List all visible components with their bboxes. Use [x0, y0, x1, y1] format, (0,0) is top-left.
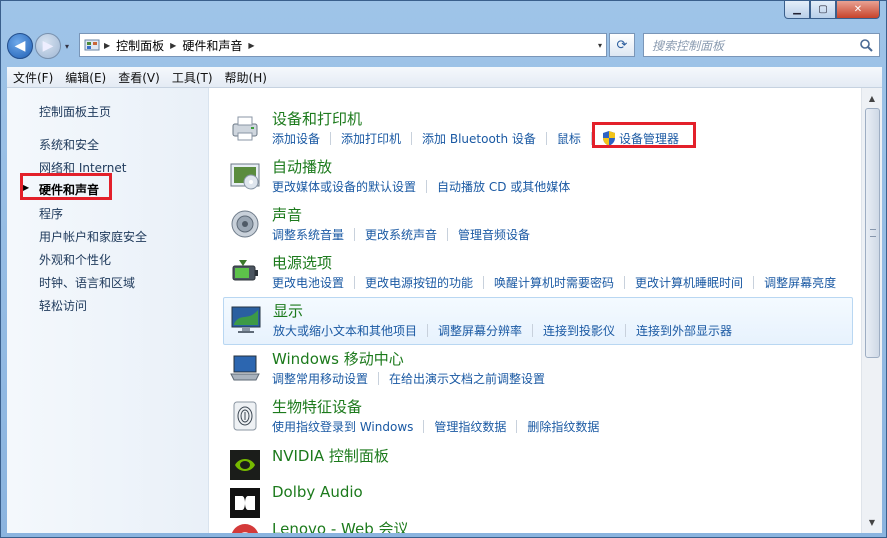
link-add-printer[interactable]: 添加打印机 — [341, 130, 401, 147]
breadcrumb-control-panel[interactable]: 控制面板 — [116, 37, 164, 54]
link-connect-projector[interactable]: 连接到投影仪 — [543, 322, 615, 339]
category-devices-printers: 设备和打印机 添加设备 添加打印机 添加 Bluetooth 设备 鼠标 设备管… — [227, 106, 857, 152]
link-change-battery-settings[interactable]: 更改电池设置 — [272, 274, 344, 291]
vertical-scrollbar[interactable]: ▲ ▼ — [861, 88, 882, 533]
search-placeholder: 搜索控制面板 — [652, 38, 725, 53]
link-zoom-text[interactable]: 放大或缩小文本和其他项目 — [273, 322, 417, 339]
forward-button[interactable]: ▶ — [35, 33, 61, 59]
category-autoplay: 自动播放 更改媒体或设备的默认设置 自动播放 CD 或其他媒体 — [227, 154, 857, 200]
menu-file[interactable]: 文件(F) — [7, 69, 59, 86]
link-manage-fingerprint[interactable]: 管理指纹数据 — [434, 418, 506, 435]
sidebar-item-ease-of-access[interactable]: 轻松访问 — [39, 297, 87, 314]
scrollbar-thumb[interactable] — [865, 108, 880, 358]
search-icon[interactable] — [859, 38, 873, 52]
category-title-mobility-center[interactable]: Windows 移动中心 — [272, 348, 404, 369]
breadcrumb-separator-icon: ▶ — [170, 40, 177, 50]
link-require-password-wake[interactable]: 唤醒计算机时需要密码 — [494, 274, 614, 291]
link-fingerprint-logon[interactable]: 使用指纹登录到 Windows — [272, 418, 413, 435]
close-button[interactable]: ✕ — [836, 1, 880, 19]
category-title-devices-printers[interactable]: 设备和打印机 — [272, 108, 362, 129]
category-title-sound[interactable]: 声音 — [272, 204, 302, 225]
menu-edit[interactable]: 编辑(E) — [59, 69, 112, 86]
breadcrumb-separator-icon: ▶ — [104, 40, 111, 50]
control-panel-window: ▁ ▢ ✕ ◀ ▶ ▾ ▶ 控制面板 ▶ 硬件和声音 ▶ ▾ ⟳ 搜索控制面板 — [0, 0, 887, 538]
window-body: 控制面板主页 系统和安全 网络和 Internet ▶ 硬件和声音 程序 用户帐… — [7, 88, 882, 533]
maximize-button[interactable]: ▢ — [810, 1, 836, 19]
link-adjust-brightness[interactable]: 调整屏幕亮度 — [764, 274, 836, 291]
category-title-display[interactable]: 显示 — [273, 300, 303, 321]
link-connect-external-display[interactable]: 连接到外部显示器 — [636, 322, 732, 339]
scroll-down-button[interactable]: ▼ — [864, 514, 880, 531]
menu-help[interactable]: 帮助(H) — [219, 69, 273, 86]
battery-icon — [232, 260, 258, 281]
refresh-button[interactable]: ⟳ — [609, 33, 635, 57]
category-title-biometric[interactable]: 生物特征设备 — [272, 396, 362, 417]
back-button[interactable]: ◀ — [7, 33, 33, 59]
category-title-lenovo-web[interactable]: Lenovo - Web 会议 — [272, 518, 408, 533]
category-lenovo-web: Lenovo - Web 会议 — [227, 516, 857, 533]
link-change-sleep[interactable]: 更改计算机睡眠时间 — [635, 274, 743, 291]
lenovo-icon — [231, 524, 259, 533]
highlight-box — [592, 122, 696, 148]
link-delete-fingerprint[interactable]: 删除指纹数据 — [527, 418, 599, 435]
autoplay-icon — [230, 163, 260, 190]
sidebar-item-programs[interactable]: 程序 — [39, 205, 63, 222]
link-adjust-volume[interactable]: 调整系统音量 — [272, 226, 344, 243]
category-title-power-options[interactable]: 电源选项 — [272, 252, 332, 273]
control-panel-icon — [84, 39, 100, 51]
category-list: 设备和打印机 添加设备 添加打印机 添加 Bluetooth 设备 鼠标 设备管… — [209, 88, 861, 533]
category-title-dolby[interactable]: Dolby Audio — [272, 483, 363, 501]
sidebar-item-system-security[interactable]: 系统和安全 — [39, 136, 99, 153]
sidebar-item-home[interactable]: 控制面板主页 — [39, 103, 111, 120]
highlight-box — [20, 173, 112, 200]
dolby-icon — [230, 488, 260, 518]
sidebar-item-clock-region[interactable]: 时钟、语言和区域 — [39, 274, 135, 291]
monitor-icon — [231, 306, 261, 333]
caption-buttons: ▁ ▢ ✕ — [784, 1, 880, 19]
menu-tools[interactable]: 工具(T) — [166, 69, 219, 86]
link-presentation-settings[interactable]: 在给出演示文档之前调整设置 — [389, 370, 545, 387]
breadcrumb-hardware-sound[interactable]: 硬件和声音 — [182, 37, 242, 54]
scroll-up-button[interactable]: ▲ — [864, 90, 880, 107]
link-adjust-mobility-settings[interactable]: 调整常用移动设置 — [272, 370, 368, 387]
category-display: 显示 放大或缩小文本和其他项目 调整屏幕分辨率 连接到投影仪 连接到外部显示器 — [223, 297, 853, 345]
speaker-icon — [231, 210, 259, 238]
breadcrumb-separator-icon: ▶ — [248, 40, 255, 50]
address-dropdown-icon[interactable]: ▾ — [598, 41, 602, 50]
link-mouse[interactable]: 鼠标 — [557, 130, 581, 147]
link-change-default-settings[interactable]: 更改媒体或设备的默认设置 — [272, 178, 416, 195]
nvidia-icon — [230, 450, 260, 480]
minimize-button[interactable]: ▁ — [784, 1, 810, 19]
link-power-buttons[interactable]: 更改电源按钮的功能 — [365, 274, 473, 291]
link-manage-audio-devices[interactable]: 管理音频设备 — [458, 226, 530, 243]
search-input[interactable]: 搜索控制面板 — [643, 33, 880, 57]
sidebar-item-appearance[interactable]: 外观和个性化 — [39, 251, 111, 268]
link-adjust-resolution[interactable]: 调整屏幕分辨率 — [438, 322, 522, 339]
link-autoplay-cd[interactable]: 自动播放 CD 或其他媒体 — [437, 178, 570, 195]
category-biometric: 生物特征设备 使用指纹登录到 Windows 管理指纹数据 删除指纹数据 — [227, 394, 857, 440]
refresh-icon: ⟳ — [616, 37, 628, 53]
link-add-device[interactable]: 添加设备 — [272, 130, 320, 147]
menu-view[interactable]: 查看(V) — [112, 69, 166, 86]
link-add-bluetooth-device[interactable]: 添加 Bluetooth 设备 — [422, 130, 536, 147]
category-power-options: 电源选项 更改电池设置 更改电源按钮的功能 唤醒计算机时需要密码 更改计算机睡眠… — [227, 250, 857, 296]
category-mobility-center: Windows 移动中心 调整常用移动设置 在给出演示文档之前调整设置 — [227, 346, 857, 392]
menu-bar: 文件(F) 编辑(E) 查看(V) 工具(T) 帮助(H) — [7, 67, 882, 88]
fingerprint-icon — [233, 401, 257, 431]
recent-pages-dropdown[interactable]: ▾ — [61, 42, 73, 51]
category-title-autoplay[interactable]: 自动播放 — [272, 156, 332, 177]
address-bar[interactable]: ▶ 控制面板 ▶ 硬件和声音 ▶ ▾ — [79, 33, 607, 57]
category-sound: 声音 调整系统音量 更改系统声音 管理音频设备 — [227, 202, 857, 248]
printer-icon — [232, 116, 258, 141]
sidebar-item-user-accounts[interactable]: 用户帐户和家庭安全 — [39, 228, 147, 245]
navigation-bar: ◀ ▶ ▾ ▶ 控制面板 ▶ 硬件和声音 ▶ ▾ ⟳ 搜索控制面板 — [7, 29, 880, 63]
category-title-nvidia[interactable]: NVIDIA 控制面板 — [272, 445, 389, 466]
sidebar: 控制面板主页 系统和安全 网络和 Internet ▶ 硬件和声音 程序 用户帐… — [7, 88, 209, 533]
link-change-system-sounds[interactable]: 更改系统声音 — [365, 226, 437, 243]
laptop-icon — [230, 355, 260, 381]
